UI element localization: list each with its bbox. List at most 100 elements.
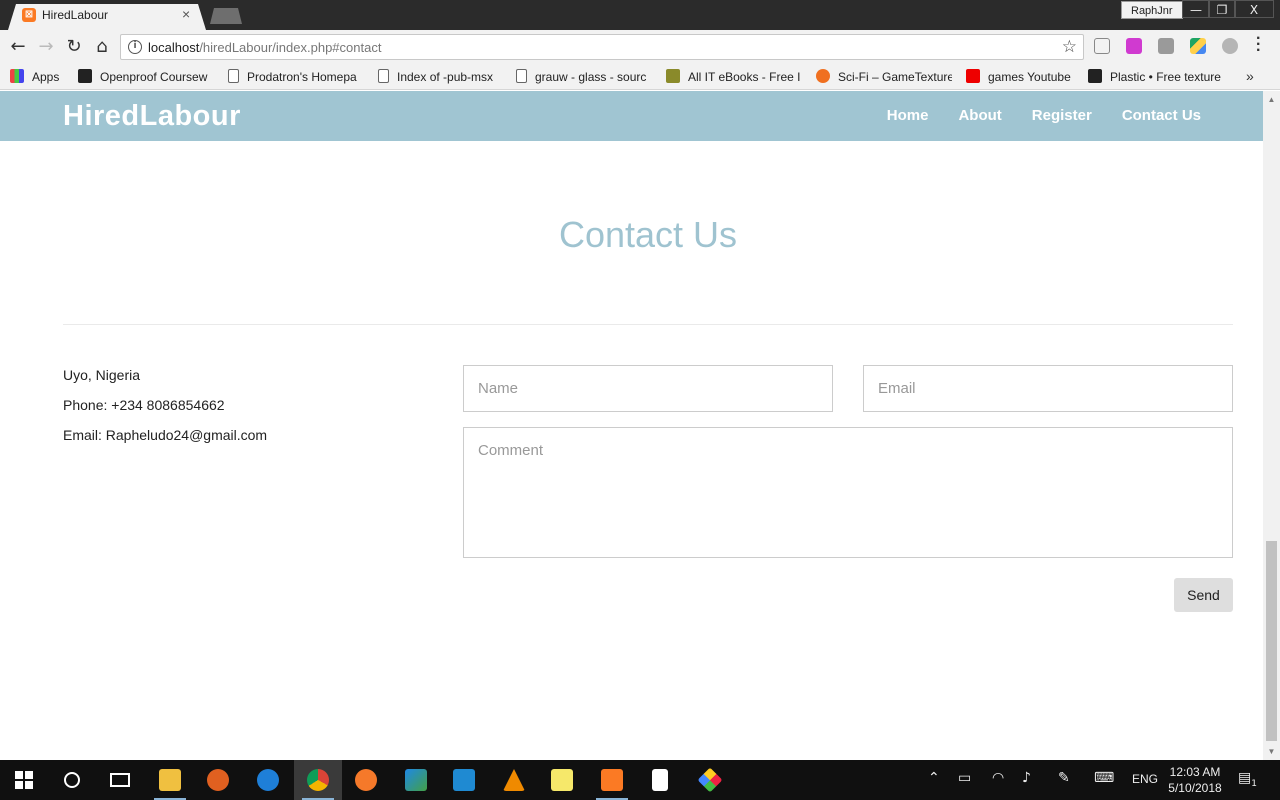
send-button[interactable]: Send [1174, 578, 1233, 612]
tab-close-icon[interactable]: × [182, 6, 190, 22]
restore-icon[interactable]: ❐ [1208, 0, 1236, 18]
url-path: /hiredLabour/index.php#contact [199, 40, 382, 55]
extension-cloud-icon[interactable] [1222, 38, 1238, 54]
language-indicator[interactable]: ENG [1132, 772, 1158, 786]
task-view-button[interactable] [96, 760, 144, 800]
contact-email: Email: Rapheludo24@gmail.com [63, 427, 268, 443]
taskbar-git[interactable] [686, 760, 734, 800]
nav-register[interactable]: Register [1032, 107, 1092, 124]
page-icon [378, 69, 389, 83]
contact-location: Uyo, Nigeria [63, 367, 141, 383]
bookmarks-overflow-icon[interactable]: » [1246, 68, 1254, 84]
textures-icon [1088, 69, 1102, 83]
start-button[interactable] [0, 760, 48, 800]
scroll-thumb[interactable] [1266, 541, 1277, 741]
sticky-notes-icon [551, 769, 573, 791]
task-view-icon [110, 773, 130, 787]
taskbar-vlc[interactable] [490, 760, 538, 800]
taskbar-webstorm[interactable] [392, 760, 440, 800]
pen-icon[interactable]: ✎ [1058, 770, 1070, 786]
tab-title: HiredLabour [42, 8, 109, 22]
volume-icon[interactable]: ♪ [1022, 770, 1031, 786]
bookmark-prodatron[interactable]: Prodatron's Homepa [228, 69, 364, 85]
page-viewport: HiredLabour Home About Register Contact … [0, 91, 1263, 760]
vlc-icon [503, 769, 525, 791]
extension-pink-icon[interactable] [1126, 38, 1142, 54]
minimize-icon[interactable]: — [1182, 0, 1210, 18]
taskbar-blender[interactable] [342, 760, 390, 800]
url-host: localhost [148, 40, 200, 55]
taskbar-notepad[interactable] [636, 760, 684, 800]
reload-icon[interactable]: ↻ [63, 36, 85, 58]
bookmark-allitebooks[interactable]: All IT eBooks - Free I [666, 69, 802, 85]
browser-menu-icon[interactable]: · · · [1256, 31, 1261, 59]
comment-field[interactable] [463, 427, 1233, 558]
bookmarks-bar: Apps Openproof Coursew Prodatron's Homep… [0, 64, 1280, 90]
address-bar[interactable]: i localhost/hiredLabour/index.php#contac… [120, 34, 1084, 60]
back-icon[interactable]: ← [7, 36, 29, 58]
xampp-icon [601, 769, 623, 791]
nav-home[interactable]: Home [887, 107, 929, 124]
site-info-icon[interactable]: i [128, 40, 142, 54]
battery-icon[interactable]: ▭ [958, 770, 971, 786]
bookmark-plastic-textures[interactable]: Plastic • Free texture [1088, 69, 1224, 85]
google-drive-icon[interactable] [1190, 38, 1206, 54]
scroll-up-icon[interactable]: ▲ [1267, 95, 1276, 104]
taskbar-vscode[interactable] [440, 760, 488, 800]
taskbar-xampp[interactable] [588, 760, 636, 800]
home-icon[interactable]: ⌂ [91, 36, 113, 58]
git-icon [697, 767, 723, 793]
cortana-button[interactable] [48, 760, 96, 800]
taskbar-edge[interactable] [244, 760, 292, 800]
extension-reader-icon[interactable] [1158, 38, 1174, 54]
bookmark-grauw[interactable]: grauw - glass - sourc [516, 69, 652, 85]
keyboard-icon[interactable]: ⌨ [1094, 770, 1114, 786]
taskbar-sketchup[interactable] [194, 760, 242, 800]
browser-toolbar: ← → ↻ ⌂ i localhost/hiredLabour/index.ph… [0, 30, 1280, 64]
nav-about[interactable]: About [958, 107, 1001, 124]
taskbar-file-explorer[interactable] [146, 760, 194, 800]
bookmark-openproof[interactable]: Openproof Coursew [78, 69, 214, 85]
close-window-icon[interactable]: X [1234, 0, 1274, 18]
clock-time: 12:03 AM [1169, 765, 1221, 779]
blender-icon [355, 769, 377, 791]
profile-button[interactable]: RaphJnr [1121, 1, 1183, 19]
bookmark-index-msx[interactable]: Index of -pub-msx [378, 69, 506, 85]
bookmark-label: Prodatron's Homepa [247, 70, 357, 84]
tray-chevron-icon[interactable]: ⌃ [928, 770, 940, 786]
wifi-icon[interactable]: ◠ [992, 770, 1004, 786]
bookmark-apps[interactable]: Apps [10, 69, 59, 85]
notification-center-icon[interactable]: ▤1 [1238, 770, 1257, 789]
name-field[interactable] [463, 365, 833, 412]
new-tab-button[interactable] [210, 8, 242, 24]
taskbar-sticky-notes[interactable] [538, 760, 586, 800]
page-scrollbar[interactable]: ▲ ▼ [1263, 91, 1280, 760]
bookmark-label: Sci-Fi – GameTexture [838, 70, 952, 84]
notepad-icon [652, 769, 668, 791]
sketchup-icon [207, 769, 229, 791]
bookmark-star-icon[interactable]: ☆ [1062, 37, 1077, 57]
forward-icon[interactable]: → [35, 36, 57, 58]
page-icon [228, 69, 239, 83]
cortana-icon [64, 772, 80, 788]
apps-grid-icon [10, 69, 24, 83]
taskbar-clock[interactable]: 12:03 AM 5/10/2018 [1160, 764, 1230, 796]
site-brand[interactable]: HiredLabour [63, 100, 241, 133]
address-url: localhost/hiredLabour/index.php#contact [148, 40, 381, 55]
extension-shield-icon[interactable] [1094, 38, 1110, 54]
nav-contact-us[interactable]: Contact Us [1122, 107, 1201, 124]
bookmark-label: Plastic • Free texture [1110, 70, 1221, 84]
chrome-icon [307, 769, 329, 791]
site-navbar: HiredLabour Home About Register Contact … [0, 91, 1263, 141]
openproof-icon [78, 69, 92, 83]
taskbar-chrome[interactable] [294, 760, 342, 800]
bookmark-gametextures[interactable]: Sci-Fi – GameTexture [816, 69, 952, 85]
vscode-icon [453, 769, 475, 791]
email-field[interactable] [863, 365, 1233, 412]
bookmark-label: All IT eBooks - Free I [688, 70, 801, 84]
bookmark-games-youtube[interactable]: games Youtube [966, 69, 1078, 85]
bookmark-label: grauw - glass - sourc [535, 70, 647, 84]
edge-icon [257, 769, 279, 791]
bookmark-label: Index of -pub-msx [397, 70, 494, 84]
scroll-down-icon[interactable]: ▼ [1267, 747, 1276, 756]
